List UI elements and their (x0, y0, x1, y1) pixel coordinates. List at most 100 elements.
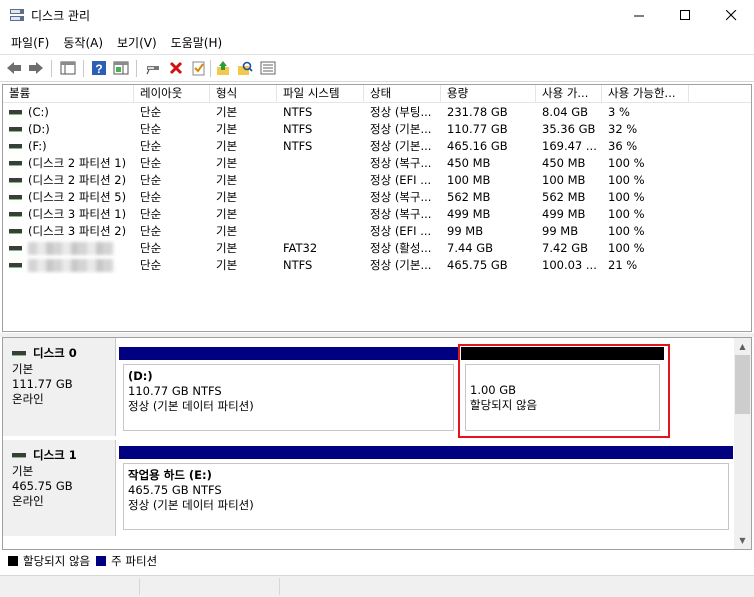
column-header-layout[interactable]: 레이아웃 (134, 85, 210, 103)
cell-file-system: NTFS (283, 139, 313, 153)
check-button[interactable] (190, 59, 208, 77)
list-view-icon (260, 61, 276, 75)
minimize-icon (633, 15, 644, 17)
cell-type: 기본 (216, 173, 238, 187)
partition-e[interactable]: 작업용 하드 (E:) 465.75 GB NTFS 정상 (기본 데이터 파티… (119, 446, 733, 534)
cell-free-space: 8.04 GB (542, 105, 589, 119)
disk-view-scrollbar[interactable]: ▲ ▼ (734, 338, 751, 549)
disk-1-info[interactable]: 디스크 1 기본 465.75 GB 온라인 (3, 440, 116, 536)
disk-graphical-view: 디스크 0 기본 111.77 GB 온라인 (D:) 110.77 GB NT… (2, 337, 752, 550)
cell-capacity: 499 MB (447, 207, 491, 221)
back-button[interactable] (5, 59, 23, 77)
cell-layout: 단순 (140, 122, 162, 136)
console-tree-icon (60, 61, 76, 75)
column-header-capacity[interactable]: 용량 (441, 85, 536, 103)
partition-e-label: 작업용 하드 (E:) (128, 468, 212, 482)
volume-icon (9, 178, 22, 183)
search-folder-button[interactable] (236, 59, 254, 77)
menu-help[interactable]: 도움말(H) (164, 34, 230, 51)
cell-layout: 단순 (140, 173, 162, 187)
partition-d-label: (D:) (128, 369, 153, 383)
cell-volume-name: (F:) (3, 138, 134, 155)
scroll-down-arrow-icon[interactable]: ▼ (734, 532, 751, 549)
column-header-type[interactable]: 형식 (210, 85, 277, 103)
scrollbar-thumb[interactable] (735, 355, 750, 414)
volume-icon (9, 161, 22, 166)
table-row[interactable]: (디스크 2 파티션 1) 단순 기본 정상 (복구... 450 MB 450 MB 10… (3, 155, 751, 172)
cell-status: 정상 (복구... (370, 156, 432, 170)
unallocated-swatch (8, 556, 18, 566)
disk-1-type: 기본 (12, 464, 34, 478)
title-bar: 디스크 관리 (0, 0, 754, 31)
cell-free-space: 169.47 ... (542, 139, 597, 153)
partition-d[interactable]: (D:) 110.77 GB NTFS 정상 (기본 데이터 파티션) (119, 347, 458, 435)
maximize-icon (679, 10, 690, 20)
cell-free-space: 35.36 GB (542, 122, 596, 136)
disk-0-info[interactable]: 디스크 0 기본 111.77 GB 온라인 (3, 338, 116, 436)
cell-free-space: 100 MB (542, 173, 586, 187)
table-row[interactable]: (C:) 단순 기본 NTFS 정상 (부팅... 231.78 GB 8.04 GB 3 % (3, 104, 751, 121)
cell-layout: 단순 (140, 156, 162, 170)
table-row[interactable]: (디스크 3 파티션 1) 단순 기본 정상 (복구... 499 MB 499 MB 10… (3, 206, 751, 223)
cell-type: 기본 (216, 241, 238, 255)
scroll-up-arrow-icon[interactable]: ▲ (734, 338, 751, 355)
volume-icon (9, 263, 22, 268)
disk-0-name: 디스크 0 (12, 346, 115, 361)
up-folder-button[interactable] (214, 59, 232, 77)
cell-percent-free: 36 % (608, 139, 638, 153)
disk-icon (12, 453, 26, 458)
menu-view[interactable]: 보기(V) (110, 34, 164, 51)
disk-0-size: 111.77 GB (12, 377, 73, 391)
cell-type: 기본 (216, 258, 238, 272)
table-row[interactable]: (D:) 단순 기본 NTFS 정상 (기본... 110.77 GB 35.36 GB 32… (3, 121, 751, 138)
table-row[interactable]: (디스크 2 파티션 2) 단순 기본 정상 (EFI ... 100 MB 100 MB… (3, 172, 751, 189)
table-row[interactable]: 단순 기본 NTFS 정상 (기본... 465.75 GB 100.03 ... 21 % (3, 257, 751, 274)
cell-percent-free: 100 % (608, 241, 645, 255)
cell-percent-free: 100 % (608, 190, 645, 204)
cell-capacity: 562 MB (447, 190, 491, 204)
cell-volume-name: (디스크 2 파티션 5) (3, 189, 134, 206)
cell-status: 정상 (기본... (370, 122, 432, 136)
maximize-button[interactable] (662, 0, 708, 31)
disk-icon (12, 351, 26, 356)
cell-layout: 단순 (140, 258, 162, 272)
disk-1-row[interactable]: 디스크 1 기본 465.75 GB 온라인 작업용 하드 (E:) 465.7… (3, 440, 735, 536)
table-row[interactable]: (F:) 단순 기본 NTFS 정상 (기본... 465.16 GB 169.47 ...… (3, 138, 751, 155)
annotation-highlight-box (458, 344, 670, 438)
show-console-tree-button[interactable] (59, 59, 77, 77)
menu-file[interactable]: 파일(F) (4, 34, 56, 51)
cell-capacity: 465.16 GB (447, 139, 508, 153)
volume-list: 볼륨 레이아웃 형식 파일 시스템 상태 용량 사용 가... 사용 가능한..… (2, 84, 752, 332)
toolbar-separator (51, 60, 52, 77)
cell-type: 기본 (216, 122, 238, 136)
cell-layout: 단순 (140, 207, 162, 221)
cell-volume-name: (디스크 3 파티션 1) (3, 206, 134, 223)
view-list-button[interactable] (259, 59, 277, 77)
connect-button[interactable] (144, 59, 162, 77)
properties-pane-button[interactable] (112, 59, 130, 77)
table-row[interactable]: (디스크 2 파티션 5) 단순 기본 정상 (복구... 562 MB 562 MB 10… (3, 189, 751, 206)
column-header-file-system[interactable]: 파일 시스템 (277, 85, 364, 103)
table-row[interactable]: 단순 기본 FAT32 정상 (활성... 7.44 GB 7.42 GB 100 % (3, 240, 751, 257)
column-header-volume[interactable]: 볼륨 (3, 85, 134, 103)
column-header-free-space[interactable]: 사용 가... (536, 85, 602, 103)
table-row[interactable]: (디스크 3 파티션 2) 단순 기본 정상 (EFI ... 99 MB 99 MB 10… (3, 223, 751, 240)
help-button[interactable]: ? (90, 59, 108, 77)
cell-capacity: 450 MB (447, 156, 491, 170)
delete-button[interactable] (167, 59, 185, 77)
forward-button[interactable] (27, 59, 45, 77)
cell-status: 정상 (복구... (370, 207, 432, 221)
cell-volume-name (3, 257, 134, 274)
primary-partition-bar (119, 347, 458, 360)
cell-volume-name: (디스크 2 파티션 2) (3, 172, 134, 189)
cell-capacity: 110.77 GB (447, 122, 508, 136)
column-header-percent-free[interactable]: 사용 가능한... (602, 85, 689, 103)
disk-0-row[interactable]: 디스크 0 기본 111.77 GB 온라인 (D:) 110.77 GB NT… (3, 338, 735, 438)
close-button[interactable] (708, 0, 754, 31)
cell-type: 기본 (216, 105, 238, 119)
minimize-button[interactable] (616, 0, 662, 31)
cell-volume-name: (디스크 2 파티션 1) (3, 155, 134, 172)
column-header-status[interactable]: 상태 (364, 85, 441, 103)
menu-action[interactable]: 동작(A) (56, 34, 110, 51)
cell-percent-free: 3 % (608, 105, 630, 119)
